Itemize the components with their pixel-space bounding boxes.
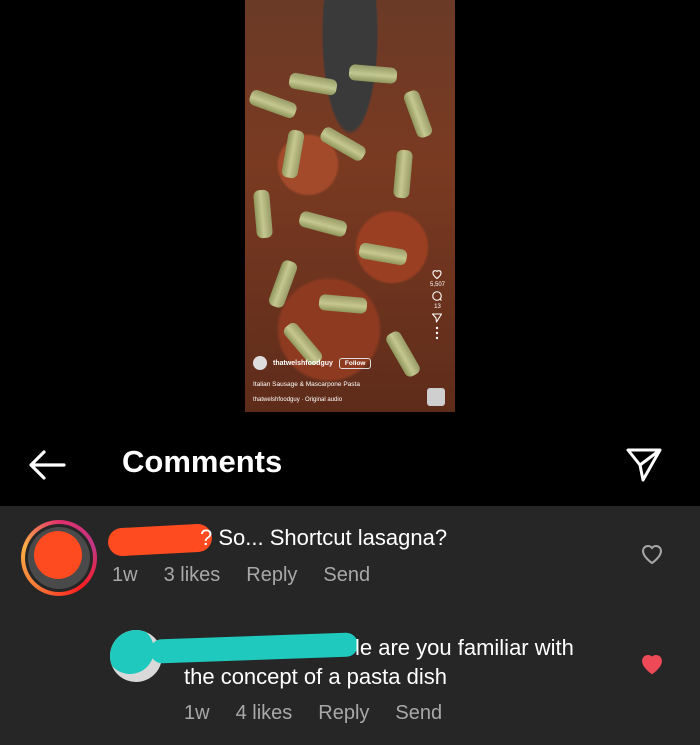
- comment-icon[interactable]: [431, 290, 443, 302]
- redaction-mark: [110, 630, 154, 674]
- send-button[interactable]: Send: [395, 702, 442, 725]
- heart-icon[interactable]: [640, 543, 664, 565]
- reel-comment-count: 13: [434, 304, 441, 310]
- reel-caption: Italian Sausage & Mascarpone Pasta: [253, 381, 360, 388]
- more-icon[interactable]: [434, 326, 440, 340]
- comment-likes[interactable]: 3 likes: [164, 564, 221, 587]
- back-arrow-icon[interactable]: [26, 444, 68, 486]
- redaction-mark: [34, 531, 82, 579]
- share-icon[interactable]: [624, 444, 664, 484]
- comment-time: 1w: [112, 564, 138, 586]
- reel-username[interactable]: thatwelshfoodguy: [273, 360, 333, 367]
- pasta-image: [245, 0, 455, 412]
- reply-button[interactable]: Reply: [318, 702, 369, 725]
- page-title: Comments: [122, 444, 283, 479]
- comment-text-line1: le are you familiar with: [355, 635, 574, 660]
- heart-icon[interactable]: [431, 268, 443, 280]
- send-icon[interactable]: [431, 312, 443, 324]
- send-button[interactable]: Send: [323, 564, 370, 587]
- reel-actions: 5,507 13: [430, 268, 445, 340]
- reel-avatar[interactable]: [253, 356, 267, 370]
- comment-time: 1w: [184, 702, 210, 724]
- avatar[interactable]: [21, 520, 97, 596]
- comments-header: Comments: [0, 420, 700, 506]
- comments-list: ? So... Shortcut lasagna? 1w 3 likes Rep…: [0, 506, 700, 745]
- comment-likes[interactable]: 4 likes: [236, 702, 293, 725]
- comment-text: ? So... Shortcut lasagna?: [200, 525, 448, 550]
- reel-audio[interactable]: thatwelshfoodguy · Original audio: [253, 397, 342, 403]
- follow-button[interactable]: Follow: [338, 357, 372, 369]
- comment-meta: 1w 3 likes Reply Send: [112, 564, 396, 587]
- comment-meta: 1w 4 likes Reply Send: [184, 702, 468, 725]
- reel-like-count: 5,507: [429, 282, 445, 288]
- heart-filled-icon[interactable]: [640, 653, 664, 675]
- reply-button[interactable]: Reply: [246, 564, 297, 587]
- username-redaction: [107, 523, 213, 557]
- username-redaction: [149, 632, 359, 664]
- audio-thumbnail[interactable]: [427, 388, 445, 406]
- reel-user-row: thatwelshfoodguy Follow: [253, 356, 372, 370]
- reel-preview[interactable]: 5,507 13 thatwelshfoodguy Follow Italian…: [245, 0, 455, 412]
- comment-text-line2: the concept of a pasta dish: [184, 664, 447, 689]
